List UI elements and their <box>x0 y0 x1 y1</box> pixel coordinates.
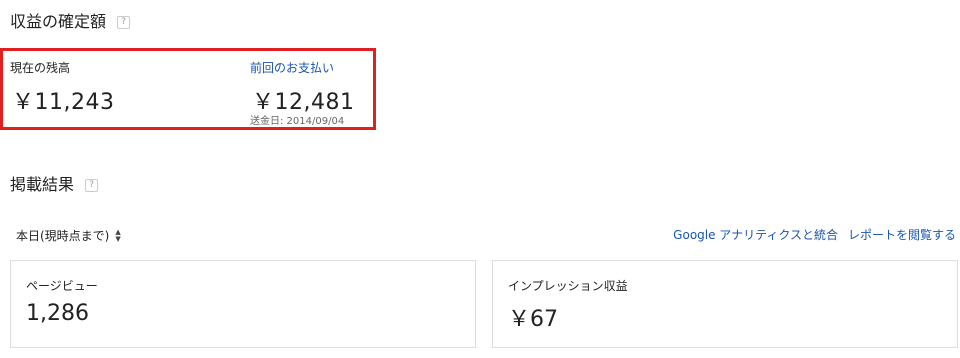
pageviews-label: ページビュー <box>26 279 98 293</box>
impression-revenue-card: インプレッション収益 ￥67 <box>492 260 958 348</box>
performance-title: 掲載結果 <box>10 175 75 194</box>
impression-revenue-label: インプレッション収益 <box>508 279 628 293</box>
last-payment-date: 送金日: 2014/09/04 <box>250 116 345 127</box>
performance-section-title: 掲載結果 ? <box>10 171 99 195</box>
impression-revenue-value: ￥67 <box>508 307 558 332</box>
earnings-title: 収益の確定額 <box>10 12 107 31</box>
pageviews-card: ページビュー 1,286 <box>10 260 476 348</box>
pageviews-value: 1,286 <box>26 301 89 326</box>
sort-arrows-icon: ▲ ▼ <box>115 227 121 243</box>
performance-links: Google アナリティクスと統合 レポートを閲覧する <box>673 226 956 243</box>
last-payment-link[interactable]: 前回のお支払い <box>250 59 334 76</box>
earnings-section-title: 収益の確定額 ? <box>10 8 131 32</box>
analytics-integration-link[interactable]: Google アナリティクスと統合 <box>673 226 838 243</box>
date-range-selector[interactable]: 本日(現時点まで) ▲ ▼ <box>16 227 121 244</box>
help-icon[interactable]: ? <box>117 16 131 29</box>
view-report-link[interactable]: レポートを閲覧する <box>848 226 956 243</box>
current-balance-value: ￥11,243 <box>12 90 115 115</box>
current-balance-label: 現在の残高 <box>10 61 71 75</box>
date-range-label: 本日(現時点まで) <box>16 229 110 243</box>
help-icon[interactable]: ? <box>85 179 99 192</box>
